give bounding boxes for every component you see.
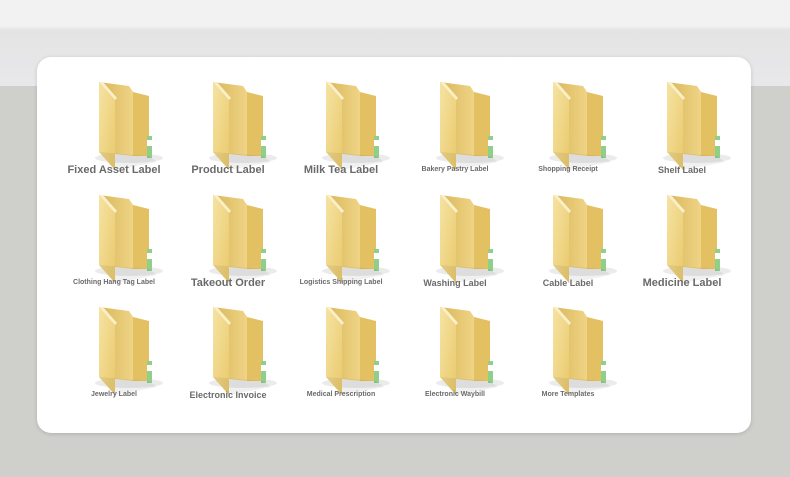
folder-icon bbox=[322, 195, 390, 283]
template-folder-clothing-hang-tag-label[interactable]: Clothing Hang Tag Label bbox=[59, 191, 169, 303]
folder-icon bbox=[436, 82, 504, 170]
template-folder-label: Milk Tea Label bbox=[303, 164, 379, 176]
template-folder-label: Medicine Label bbox=[642, 277, 722, 289]
folder-icon bbox=[663, 195, 731, 283]
template-folder-electronic-invoice[interactable]: Electronic Invoice bbox=[173, 303, 283, 415]
template-folder-label: Product Label bbox=[191, 164, 265, 176]
folder-icon bbox=[549, 195, 617, 283]
folder-icon bbox=[95, 195, 163, 283]
template-folder-bakery-pastry-label[interactable]: Bakery Pastry Label bbox=[400, 78, 510, 190]
template-folder-label: Fixed Asset Label bbox=[67, 164, 161, 176]
folder-icon bbox=[549, 82, 617, 170]
template-folder-fixed-asset-label[interactable]: Fixed Asset Label bbox=[59, 78, 169, 190]
template-folder-label: Shopping Receipt bbox=[538, 166, 598, 173]
template-folder-label: Electronic Waybill bbox=[424, 391, 486, 398]
template-folder-label: Clothing Hang Tag Label bbox=[73, 279, 155, 286]
template-panel: Fixed Asset Label Product Label Milk Tea… bbox=[37, 57, 751, 433]
template-folder-label: Logistics Shipping Label bbox=[299, 279, 383, 286]
template-folder-milk-tea-label[interactable]: Milk Tea Label bbox=[286, 78, 396, 190]
folder-icon bbox=[663, 82, 731, 170]
template-folder-more-templates[interactable]: More Templates bbox=[513, 303, 623, 415]
template-folder-takeout-order[interactable]: Takeout Order bbox=[173, 191, 283, 303]
template-folder-label: Medical Prescription bbox=[306, 391, 376, 398]
folder-icon bbox=[95, 307, 163, 395]
folder-icon bbox=[436, 307, 504, 395]
template-folder-medicine-label[interactable]: Medicine Label bbox=[627, 191, 737, 303]
folder-icon bbox=[209, 82, 277, 170]
template-folder-shelf-label[interactable]: Shelf Label bbox=[627, 78, 737, 190]
template-folder-label: Shelf Label bbox=[657, 165, 706, 175]
folder-icon bbox=[322, 307, 390, 395]
folder-icon bbox=[436, 195, 504, 283]
folder-icon bbox=[209, 195, 277, 283]
template-folder-label: Washing Label bbox=[423, 278, 487, 288]
template-folder-label: Jewelry Label bbox=[91, 391, 137, 398]
template-folder-washing-label[interactable]: Washing Label bbox=[400, 191, 510, 303]
template-folder-label: Electronic Invoice bbox=[189, 390, 267, 400]
template-folder-label: Bakery Pastry Label bbox=[421, 166, 489, 173]
template-folder-shopping-receipt[interactable]: Shopping Receipt bbox=[513, 78, 623, 190]
template-folder-product-label[interactable]: Product Label bbox=[173, 78, 283, 190]
template-folder-electronic-waybill[interactable]: Electronic Waybill bbox=[400, 303, 510, 415]
template-folder-label: Takeout Order bbox=[190, 277, 266, 289]
template-folder-medical-prescription[interactable]: Medical Prescription bbox=[286, 303, 396, 415]
folder-icon bbox=[209, 307, 277, 395]
template-grid: Fixed Asset Label Product Label Milk Tea… bbox=[37, 57, 751, 433]
folder-icon bbox=[322, 82, 390, 170]
template-folder-label: More Templates bbox=[541, 391, 595, 398]
template-folder-logistics-shipping-label[interactable]: Logistics Shipping Label bbox=[286, 191, 396, 303]
folder-icon bbox=[95, 82, 163, 170]
template-folder-jewelry-label[interactable]: Jewelry Label bbox=[59, 303, 169, 415]
template-folder-label: Cable Label bbox=[542, 278, 594, 288]
template-folder-cable-label[interactable]: Cable Label bbox=[513, 191, 623, 303]
folder-icon bbox=[549, 307, 617, 395]
